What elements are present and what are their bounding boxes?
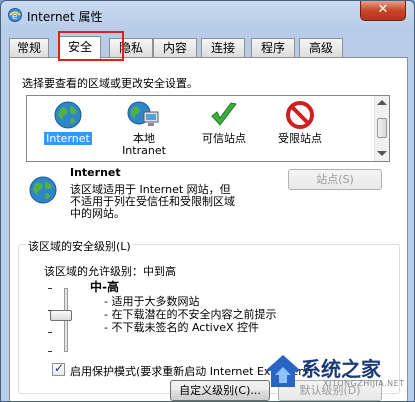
zone-trusted[interactable]: 可信站点 bbox=[191, 100, 257, 145]
zone-internet-label: Internet bbox=[44, 132, 92, 145]
slider-tick bbox=[48, 332, 52, 333]
security-level-slider-thumb[interactable] bbox=[50, 310, 72, 321]
watermark-text: 系统之家 bbox=[301, 357, 381, 381]
zone-globe-icon bbox=[29, 176, 57, 204]
allowed-levels-label: 该区域的允许级别：中到高 bbox=[44, 265, 176, 278]
zone-intranet[interactable]: 本地 Intranet bbox=[111, 100, 177, 157]
close-button[interactable]: ✕ bbox=[360, 1, 406, 21]
zone-title: Internet bbox=[70, 166, 121, 179]
select-zone-label: 选择要查看的区域或更改安全设置。 bbox=[22, 77, 198, 90]
sites-button[interactable]: 站点(S) bbox=[288, 169, 382, 190]
zone-restricted-label: 受限站点 bbox=[278, 132, 322, 145]
slider-tick bbox=[48, 351, 52, 352]
intranet-icon bbox=[127, 101, 159, 126]
globe-icon bbox=[54, 101, 82, 129]
window-title: Internet 属性 bbox=[27, 10, 103, 24]
tab-strip: 常规 安全 隐私 内容 连接 程序 高级 bbox=[9, 36, 406, 59]
slider-tick bbox=[48, 288, 52, 289]
custom-level-button[interactable]: 自定义级别(C)... bbox=[170, 380, 270, 401]
protected-mode-checkbox[interactable]: ✓ bbox=[52, 361, 65, 376]
tab-connections[interactable]: 连接 bbox=[201, 38, 245, 58]
checkmark-icon: ✓ bbox=[54, 361, 65, 375]
level-bullet: - 在下载潜在的不安全内容之前提示 bbox=[104, 308, 277, 321]
zone-scrollbar[interactable] bbox=[374, 96, 389, 161]
tab-general[interactable]: 常规 bbox=[9, 38, 49, 58]
level-bullet: - 适用于大多数网站 bbox=[104, 295, 200, 308]
close-icon: ✕ bbox=[377, 2, 389, 17]
watermark-logo-icon bbox=[265, 355, 301, 387]
watermark-url: XITONGZHIJIA.NET bbox=[323, 379, 405, 388]
restricted-icon bbox=[286, 101, 314, 129]
tab-security[interactable]: 安全 bbox=[59, 36, 101, 59]
zone-internet[interactable]: Internet bbox=[35, 100, 101, 145]
zone-list[interactable]: Internet 本地 Intranet 可信站点 受限站点 bbox=[26, 95, 390, 162]
tab-content[interactable]: 内容 bbox=[153, 38, 197, 58]
scroll-thumb[interactable] bbox=[377, 118, 387, 138]
internet-options-window: e Internet 属性 ✕ 常规 安全 隐私 内容 连接 程序 高级 选择要… bbox=[0, 0, 415, 402]
level-bullets: - 适用于大多数网站 - 在下载潜在的不安全内容之前提示 - 不下载未签名的 A… bbox=[104, 295, 276, 334]
tab-programs[interactable]: 程序 bbox=[251, 38, 295, 58]
zone-intranet-label-line2: Intranet bbox=[122, 144, 166, 157]
security-level-title: 该区域的安全级别(L) bbox=[26, 238, 133, 254]
zone-desc-line3: 中的网站。 bbox=[70, 207, 125, 220]
zone-restricted[interactable]: 受限站点 bbox=[267, 100, 333, 145]
level-bullet: - 不下载未签名的 ActiveX 控件 bbox=[104, 321, 260, 334]
scroll-up-icon[interactable] bbox=[377, 100, 387, 105]
tab-privacy[interactable]: 隐私 bbox=[109, 38, 153, 58]
svg-text:e: e bbox=[12, 12, 18, 22]
zone-trusted-label: 可信站点 bbox=[202, 132, 246, 145]
zone-description: 该区域适用于 Internet 网站，但 不适用于列在受信任和受限制区域 中的网… bbox=[70, 184, 235, 220]
tab-advanced[interactable]: 高级 bbox=[299, 38, 343, 58]
title-bar[interactable]: e Internet 属性 ✕ bbox=[1, 1, 414, 31]
watermark: 系统之家 XITONGZHIJIA.NET bbox=[259, 351, 414, 401]
level-name: 中-高 bbox=[90, 280, 119, 294]
checkmark-icon bbox=[211, 102, 237, 126]
ie-icon: e bbox=[8, 8, 22, 22]
scroll-down-icon[interactable] bbox=[377, 151, 387, 156]
